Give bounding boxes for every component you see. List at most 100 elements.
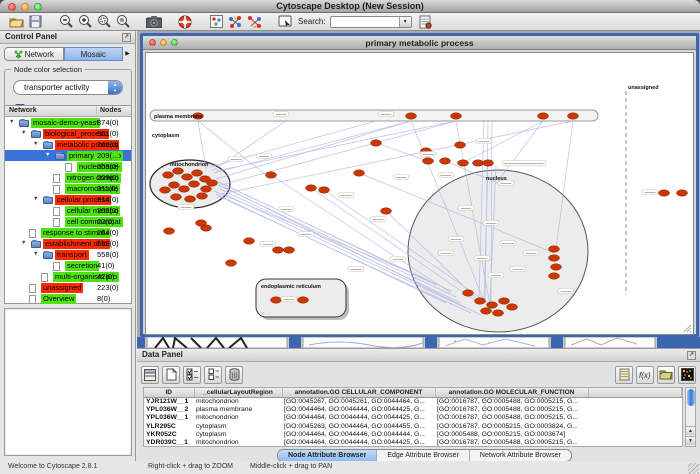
tree-expander-icon[interactable]: ▼ — [33, 196, 38, 202]
nucleus-region[interactable] — [408, 170, 588, 332]
color-attribute-dropdown[interactable]: transporter activity ▲▼ — [13, 80, 123, 95]
tab-scroll-right-icon[interactable]: ▶ — [123, 47, 132, 61]
tree-expander-icon[interactable]: ▼ — [21, 240, 26, 246]
network-view-window[interactable]: primary metabolic process — [140, 33, 699, 337]
tab-node-attribute-browser[interactable]: Node Attribute Browser — [278, 450, 377, 461]
tab-mosaic[interactable]: Mosaic — [64, 47, 124, 61]
tab-edge-attribute-browser[interactable]: Edge Attribute Browser — [377, 450, 470, 461]
network-edge[interactable] — [463, 121, 543, 163]
table-row[interactable]: YPL036W__2plasma membrane[GO:0044464, GO… — [144, 405, 682, 413]
table-cell[interactable] — [588, 405, 682, 413]
network-node[interactable] — [440, 158, 451, 164]
scroll-up-icon[interactable]: ▲ — [686, 426, 695, 435]
tree-expander-icon[interactable]: ▼ — [33, 141, 38, 147]
table-cell[interactable]: [GO:0045267, GO:0045261, GO:0044464, G..… — [282, 397, 435, 405]
table-cell[interactable]: YPL036W__2 — [144, 405, 194, 413]
network-node[interactable] — [201, 186, 212, 192]
table-cell[interactable]: [GO:0044464, GO:0044446, GO:0044444, G..… — [282, 430, 435, 438]
network-node[interactable] — [568, 113, 579, 119]
tree-expander-icon[interactable]: ▼ — [33, 251, 38, 257]
function-builder-icon[interactable]: f(x) — [636, 366, 654, 384]
table-cell[interactable]: [GO:0016787, GO:0005488, GO:0005215, G..… — [435, 397, 588, 405]
new-attribute-icon[interactable] — [162, 366, 180, 384]
network-node[interactable] — [273, 247, 284, 253]
tree-row-mosaic-demo-yeast[interactable]: ▼mosaic-demo-yeast874(0) — [5, 117, 131, 128]
network-node[interactable] — [549, 246, 560, 252]
network-node[interactable] — [659, 190, 670, 196]
help-lifesaver-icon[interactable] — [177, 14, 193, 29]
attribute-table-header[interactable]: ID _cellularLayoutRegion annotation.GO C… — [144, 388, 682, 397]
tree-row-unassigned[interactable]: unassigned223(0) — [5, 282, 131, 293]
annotation-select-icon[interactable] — [277, 14, 293, 29]
table-cell[interactable]: cytoplasm — [194, 422, 282, 430]
table-cell[interactable]: YDR039C__1 — [144, 438, 194, 446]
network-node[interactable] — [298, 297, 309, 303]
delete-attribute-icon[interactable] — [225, 366, 243, 384]
network-node[interactable] — [196, 220, 207, 226]
table-cell[interactable]: mitochondrion — [194, 438, 282, 446]
save-icon[interactable] — [27, 14, 43, 29]
tab-network[interactable]: Network — [4, 47, 64, 61]
network-node[interactable] — [406, 113, 417, 119]
tree-row-multi-organism-pro[interactable]: multi-organism pro42(0) — [5, 271, 131, 282]
network-node[interactable] — [179, 186, 190, 192]
network-edge[interactable] — [498, 121, 543, 181]
network-node[interactable] — [487, 302, 498, 308]
table-row[interactable]: YKR052Ccytoplasm[GO:0044464, GO:0044446,… — [144, 430, 682, 438]
zoom-fit-icon[interactable] — [115, 14, 131, 29]
tree-row-transport[interactable]: ▼transport558(0) — [5, 249, 131, 260]
import-table-icon[interactable] — [418, 14, 434, 29]
network-node[interactable] — [306, 185, 317, 191]
network-node[interactable] — [458, 160, 469, 166]
scrollbar-thumb[interactable] — [687, 389, 695, 406]
tree-row-response-to-stimulu[interactable]: response to stimulu264(0) — [5, 227, 131, 238]
search-dropdown-icon[interactable]: ▾ — [399, 17, 411, 27]
tree-expander-icon[interactable]: ▼ — [21, 130, 26, 136]
tree-row-macromolecule[interactable]: macromolecule311(0) — [5, 183, 131, 194]
network-node[interactable] — [266, 172, 277, 178]
table-cell[interactable] — [588, 414, 682, 422]
network-node[interactable] — [455, 142, 466, 148]
tree-row-biological-process[interactable]: ▼biological_process651(0) — [5, 128, 131, 139]
table-cell[interactable]: [GO:0016787, GO:0005215, GO:0003824, G..… — [435, 422, 588, 430]
table-scrollbar[interactable]: ▲ ▼ — [685, 387, 696, 447]
table-cell[interactable]: mitochondrion — [194, 414, 282, 422]
network-node[interactable] — [481, 308, 492, 314]
network-view-titlebar[interactable]: primary metabolic process — [143, 36, 696, 50]
table-row[interactable]: YLR295Ccytoplasm[GO:0045263, GO:0044464,… — [144, 422, 682, 430]
zoom-out-icon[interactable] — [58, 14, 74, 29]
table-cell[interactable]: [GO:0045263, GO:0044464, GO:0044455, G..… — [282, 422, 435, 430]
table-cell[interactable]: mitochondrion — [194, 397, 282, 405]
network-node[interactable] — [451, 113, 462, 119]
tree-row-metabolic-process[interactable]: ▼metabolic process280(0) — [5, 139, 131, 150]
network-node[interactable] — [493, 310, 504, 316]
network-node[interactable] — [244, 238, 255, 244]
zoom-selected-icon[interactable] — [96, 14, 112, 29]
column-grid-icon[interactable] — [141, 366, 159, 384]
network-node[interactable] — [507, 304, 518, 310]
network-edge[interactable] — [214, 191, 426, 279]
graph-edit-nodes-icon[interactable] — [227, 14, 243, 29]
vizmapper-icon[interactable] — [208, 14, 224, 29]
network-node[interactable] — [319, 187, 330, 193]
table-cell[interactable]: [GO:0016787, GO:0005488, GO:0005215, G..… — [435, 414, 588, 422]
network-node[interactable] — [423, 158, 434, 164]
network-edge[interactable] — [216, 121, 411, 179]
network-node[interactable] — [173, 168, 184, 174]
dropdown-stepper-icon[interactable]: ▲▼ — [108, 81, 122, 94]
tree-row-overview[interactable]: Overview8(0) — [5, 293, 131, 304]
plasma-membrane-region[interactable] — [150, 110, 598, 121]
network-node[interactable] — [207, 180, 218, 186]
network-node[interactable] — [677, 190, 688, 196]
network-canvas[interactable]: plasma membrane cytoplasm mitochondrion … — [145, 52, 694, 335]
scroll-down-icon[interactable]: ▼ — [686, 436, 695, 445]
tree-row-cellular-process[interactable]: ▼cellular process614(0) — [5, 194, 131, 205]
network-node[interactable] — [473, 160, 484, 166]
network-node[interactable] — [499, 298, 510, 304]
network-node[interactable] — [284, 247, 295, 253]
matrix-view-icon[interactable] — [678, 366, 696, 384]
select-attributes-icon[interactable] — [183, 366, 201, 384]
network-node[interactable] — [371, 140, 382, 146]
table-cell[interactable]: [GO:0044464, GO:0044444, GO:0044425, G..… — [282, 414, 435, 422]
table-cell[interactable] — [588, 397, 682, 405]
